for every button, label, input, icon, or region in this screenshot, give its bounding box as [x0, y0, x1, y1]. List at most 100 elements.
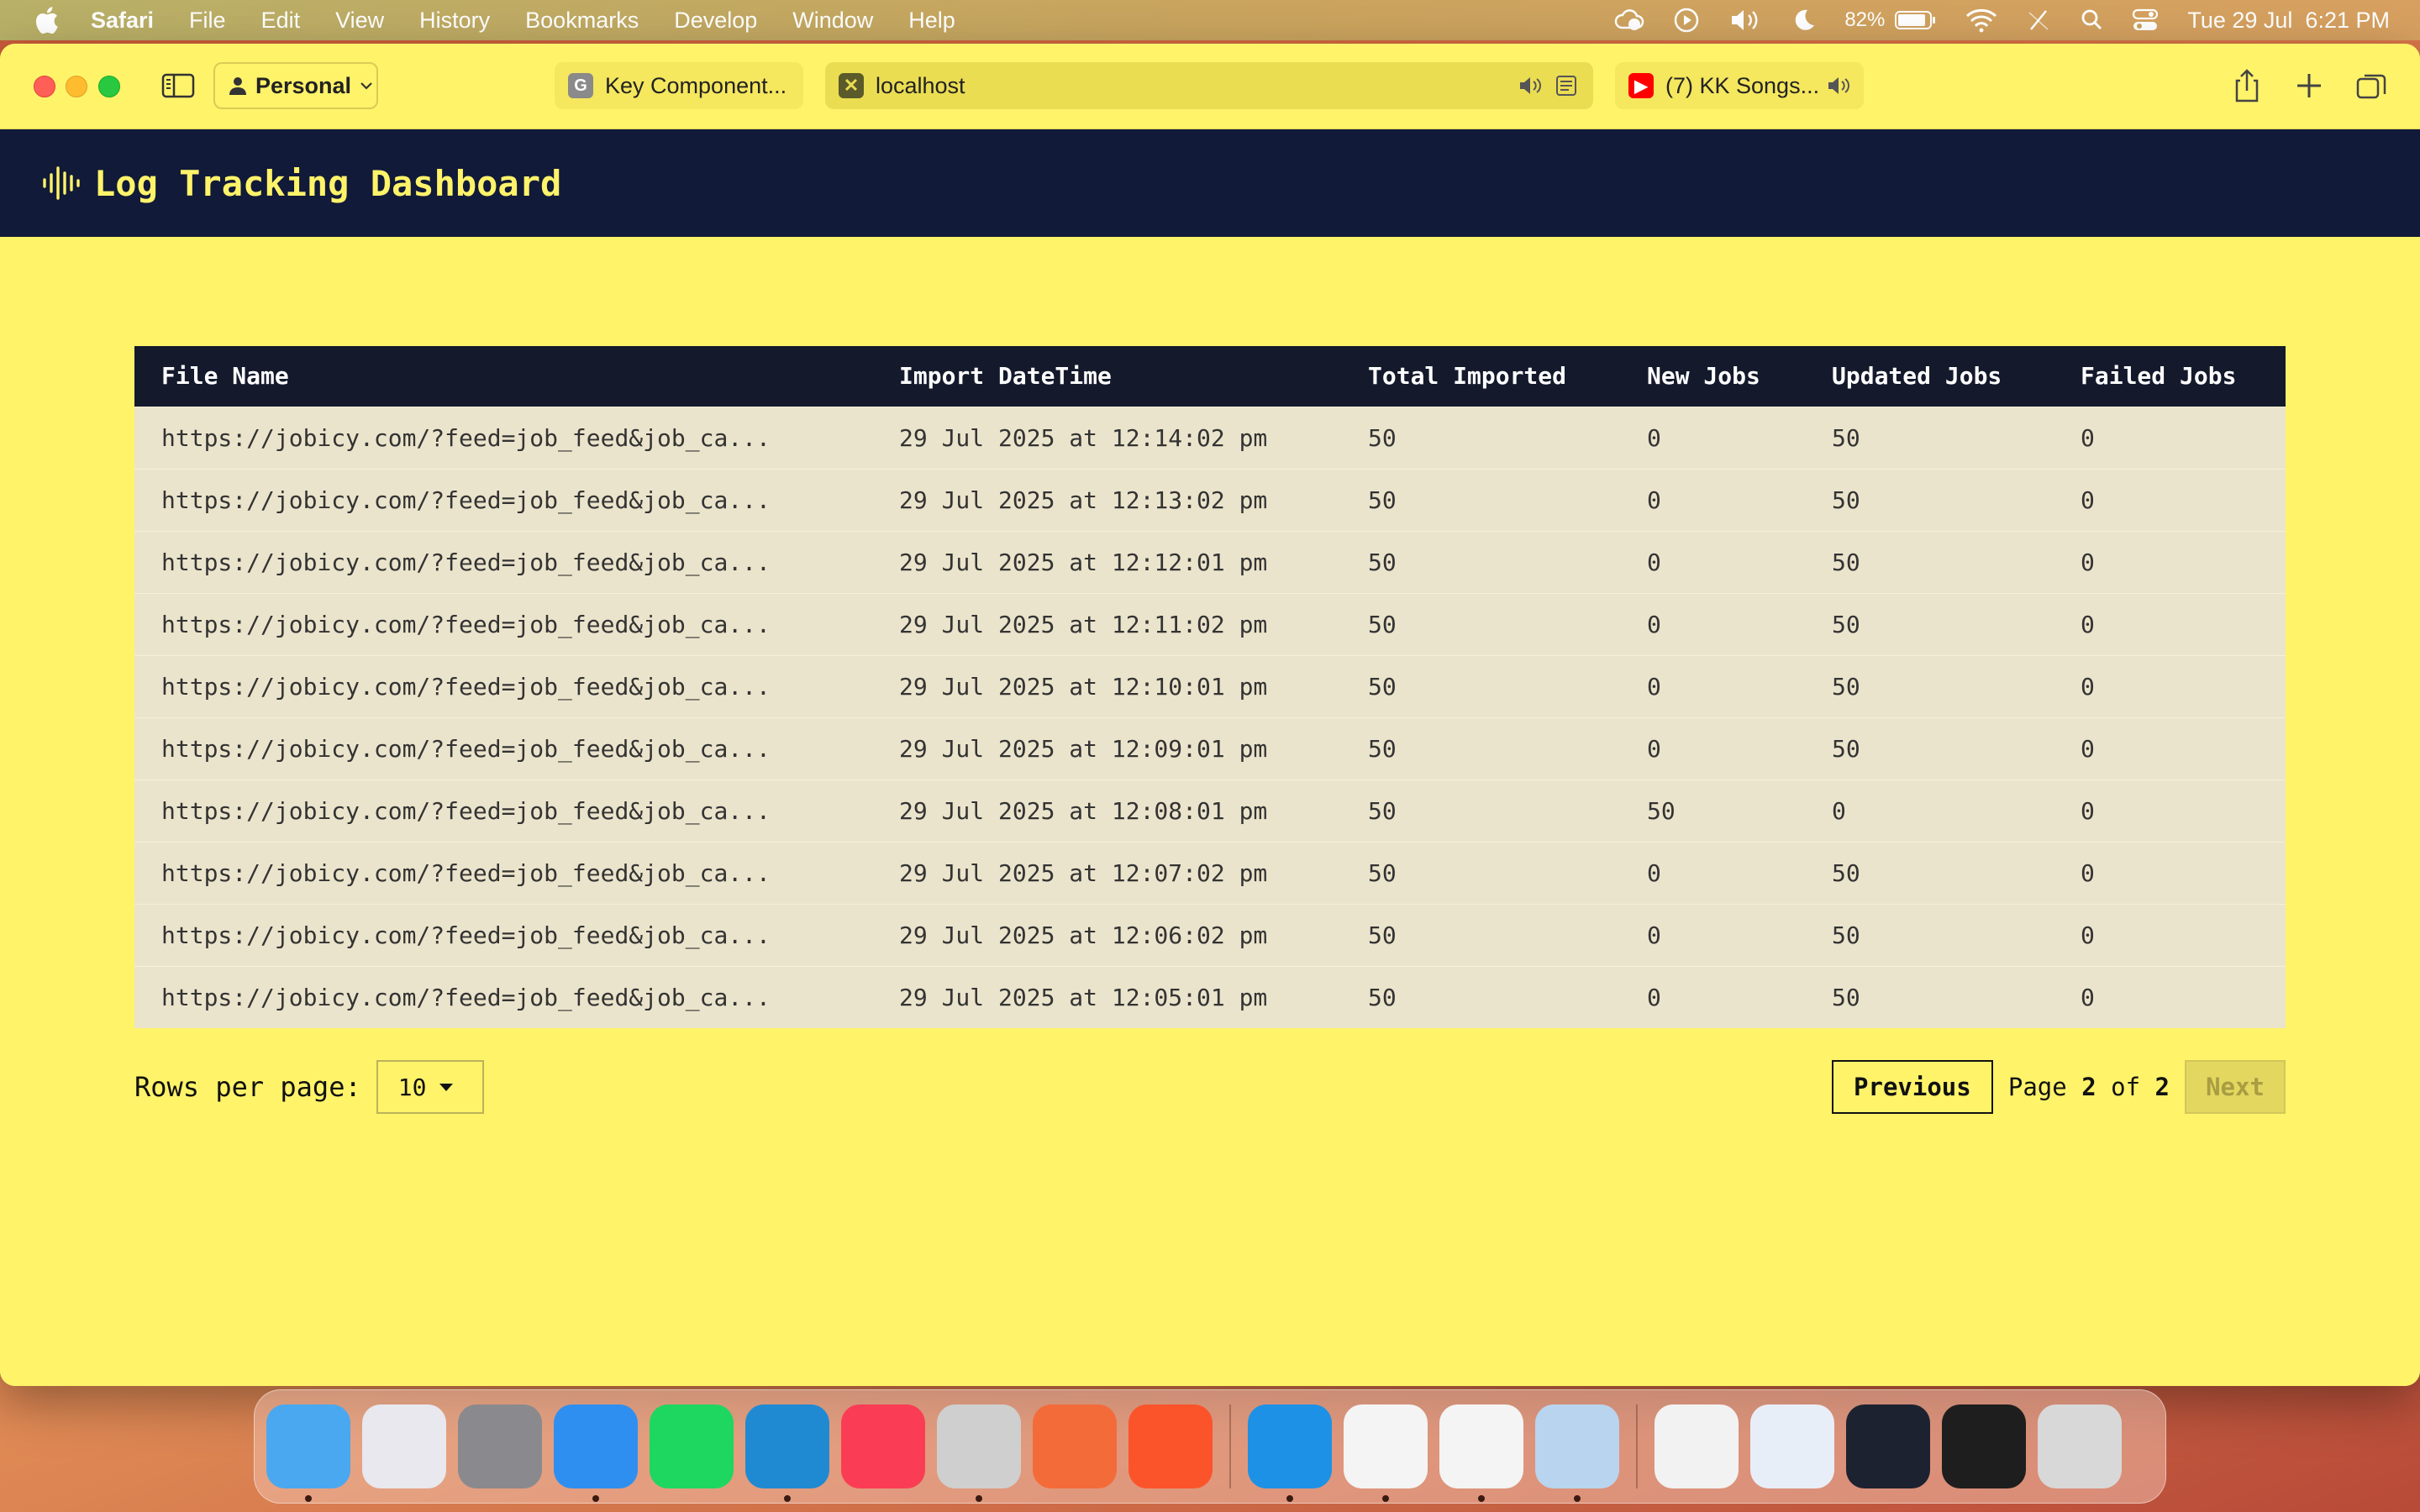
column-header-updated-jobs[interactable]: Updated Jobs	[1805, 346, 2054, 407]
mp4-file-icon[interactable]	[1655, 1404, 1739, 1488]
reader-mode-icon[interactable]	[1555, 74, 1578, 97]
sidebar-toggle-icon[interactable]	[161, 72, 195, 99]
cell-new-jobs: 0	[1647, 610, 1661, 638]
table-row[interactable]: https://jobicy.com/?feed=job_feed&job_ca…	[134, 717, 2286, 780]
launchpad-icon[interactable]	[362, 1404, 446, 1488]
cursor-app-icon[interactable]	[937, 1404, 1021, 1502]
vscode-icon[interactable]	[745, 1404, 829, 1502]
running-indicator	[1286, 1495, 1293, 1502]
table-row[interactable]: https://jobicy.com/?feed=job_feed&job_ca…	[134, 780, 2286, 842]
new-tab-icon[interactable]	[2292, 67, 2326, 104]
chrome-icon[interactable]	[1439, 1404, 1523, 1502]
next-page-button-disabled[interactable]: Next	[2185, 1060, 2286, 1114]
page-word: Page	[2007, 1073, 2067, 1101]
menu-history[interactable]: History	[419, 8, 490, 34]
cell-file-name: https://jobicy.com/?feed=job_feed&job_ca…	[161, 486, 771, 514]
cell-updated-jobs: 50	[1832, 921, 1860, 949]
tab-favicon: ✕	[839, 73, 864, 98]
status-area: 82% Tue 29 Jul 6:21 PM	[1614, 0, 2390, 40]
page-title: Log Tracking Dashboard	[94, 162, 562, 204]
spotify-icon[interactable]	[650, 1404, 734, 1488]
moon-icon[interactable]	[1791, 8, 1816, 33]
cell-file-name: https://jobicy.com/?feed=job_feed&job_ca…	[161, 423, 771, 452]
table-row[interactable]: https://jobicy.com/?feed=job_feed&job_ca…	[134, 904, 2286, 966]
audio-waveform-icon	[43, 166, 80, 200]
cell-failed-jobs: 0	[2081, 983, 2095, 1011]
preview-icon[interactable]	[1535, 1404, 1619, 1502]
tab-audio-icon[interactable]	[1826, 74, 1853, 97]
table-row[interactable]: https://jobicy.com/?feed=job_feed&job_ca…	[134, 655, 2286, 717]
brave-icon[interactable]	[1128, 1404, 1213, 1488]
mongodb-compass-icon[interactable]	[1344, 1404, 1428, 1502]
tab-youtube-kk-songs[interactable]: ▶ (7) KK Songs...	[1615, 62, 1864, 109]
table-row[interactable]: https://jobicy.com/?feed=job_feed&job_ca…	[134, 531, 2286, 593]
menu-file[interactable]: File	[189, 8, 226, 34]
menu-app-name[interactable]: Safari	[91, 8, 154, 34]
running-indicator	[976, 1495, 982, 1502]
apple-logo-icon[interactable]	[34, 7, 59, 34]
close-window-button[interactable]	[34, 76, 55, 97]
total-pages-number: 2	[2154, 1073, 2170, 1101]
menu-help[interactable]: Help	[908, 8, 955, 34]
play-circle-icon[interactable]	[1673, 7, 1700, 34]
share-icon[interactable]	[2230, 67, 2264, 104]
cell-import-datetime: 29 Jul 2025 at 12:13:02 pm	[899, 486, 1268, 514]
youtube-favicon-icon: ▶	[1628, 73, 1654, 98]
profile-button[interactable]: Personal	[213, 62, 378, 109]
cell-failed-jobs: 0	[2081, 423, 2095, 452]
zoom-window-button[interactable]	[98, 76, 120, 97]
cell-total-imported: 50	[1368, 423, 1397, 452]
tab-localhost-active[interactable]: ✕ localhost	[825, 62, 1593, 109]
window-thumbnail-icon[interactable]	[1750, 1404, 1834, 1488]
cell-file-name: https://jobicy.com/?feed=job_feed&job_ca…	[161, 734, 771, 763]
menu-window[interactable]: Window	[792, 8, 873, 34]
column-header-import-datetime[interactable]: Import DateTime	[872, 346, 1341, 407]
table-row[interactable]: https://jobicy.com/?feed=job_feed&job_ca…	[134, 593, 2286, 655]
table-row[interactable]: https://jobicy.com/?feed=job_feed&job_ca…	[134, 469, 2286, 531]
control-center-icon[interactable]	[2132, 8, 2159, 33]
dashboard-header: Log Tracking Dashboard	[0, 129, 2420, 237]
pen-off-icon[interactable]	[2026, 8, 2051, 33]
menu-bookmarks[interactable]: Bookmarks	[525, 8, 639, 34]
column-header-file-name[interactable]: File Name	[134, 346, 872, 407]
table-row[interactable]: https://jobicy.com/?feed=job_feed&job_ca…	[134, 407, 2286, 469]
column-header-total-imported[interactable]: Total Imported	[1341, 346, 1620, 407]
spotlight-search-icon[interactable]	[2080, 8, 2103, 33]
postman-icon[interactable]	[1033, 1404, 1117, 1488]
cell-import-datetime: 29 Jul 2025 at 12:08:01 pm	[899, 796, 1268, 825]
previous-page-button[interactable]: Previous	[1831, 1060, 1993, 1114]
table-row[interactable]: https://jobicy.com/?feed=job_feed&job_ca…	[134, 842, 2286, 904]
music-icon[interactable]	[841, 1404, 925, 1488]
cell-new-jobs: 0	[1647, 548, 1661, 576]
running-indicator	[1478, 1495, 1485, 1502]
rows-per-page-select[interactable]: 10	[376, 1060, 484, 1114]
cell-new-jobs: 0	[1647, 921, 1661, 949]
table-row[interactable]: https://jobicy.com/?feed=job_feed&job_ca…	[134, 966, 2286, 1028]
minimize-window-button[interactable]	[66, 76, 87, 97]
column-header-failed-jobs[interactable]: Failed Jobs	[2054, 346, 2286, 407]
volume-icon[interactable]	[1728, 8, 1762, 33]
tab-audio-icon[interactable]	[1518, 74, 1544, 97]
cell-total-imported: 50	[1368, 921, 1397, 949]
cell-import-datetime: 29 Jul 2025 at 12:06:02 pm	[899, 921, 1268, 949]
wifi-icon[interactable]	[1965, 8, 1997, 33]
page-indicator: Page 2 of 2	[2008, 1073, 2170, 1101]
finder-icon[interactable]	[266, 1404, 350, 1502]
menu-develop[interactable]: Develop	[674, 8, 757, 34]
trash-icon[interactable]	[2038, 1404, 2122, 1488]
menu-view[interactable]: View	[335, 8, 384, 34]
menubar-clock[interactable]: Tue 29 Jul 6:21 PM	[2187, 8, 2390, 34]
tab-key-components[interactable]: G Key Component...	[555, 62, 803, 109]
docker-icon[interactable]	[1248, 1404, 1332, 1502]
menu-edit[interactable]: Edit	[261, 8, 301, 34]
window-thumbnail-icon[interactable]	[1942, 1404, 2026, 1488]
safari-icon[interactable]	[554, 1404, 638, 1502]
cell-failed-jobs: 0	[2081, 672, 2095, 701]
cloud-sync-icon[interactable]	[1614, 8, 1644, 33]
system-settings-icon[interactable]	[458, 1404, 542, 1488]
column-header-new-jobs[interactable]: New Jobs	[1620, 346, 1805, 407]
battery-icon[interactable]	[1895, 10, 1937, 30]
window-thumbnail-icon[interactable]	[1846, 1404, 1930, 1488]
of-word: of	[2111, 1073, 2141, 1101]
tab-overview-icon[interactable]	[2354, 67, 2388, 104]
